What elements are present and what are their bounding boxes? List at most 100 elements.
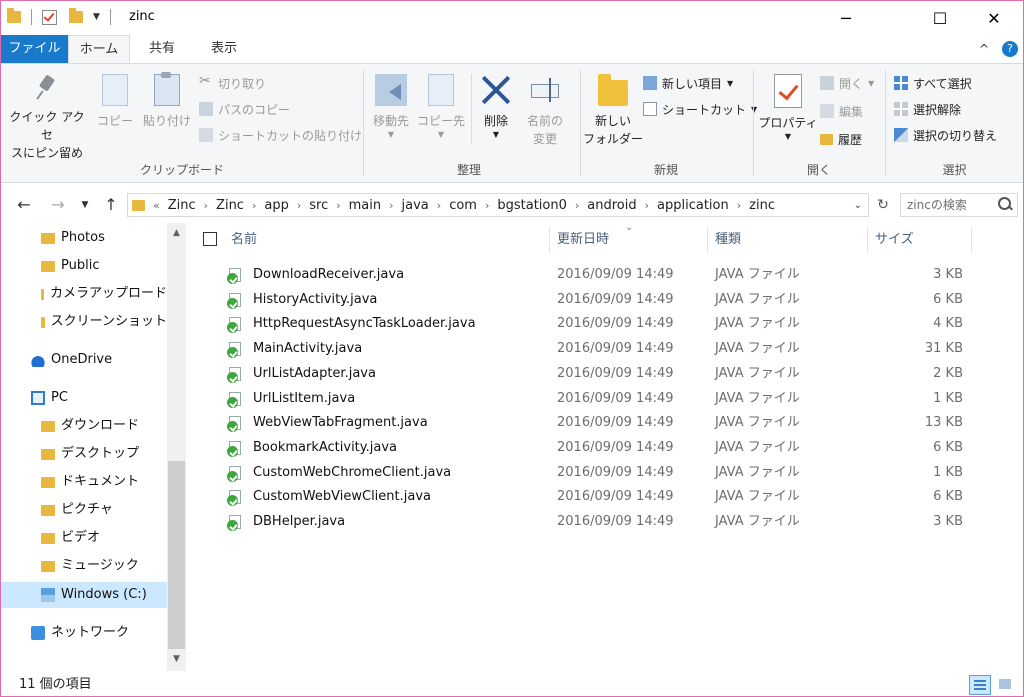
table-row[interactable]: UrlListItem.java 2016/09/09 14:49 JAVA ファイ… (227, 387, 967, 411)
divider[interactable] (707, 227, 708, 253)
breadcrumb-separator-icon[interactable]: › (645, 199, 649, 212)
recent-locations-button[interactable]: ▼ (75, 189, 95, 221)
sidebar-item[interactable]: drive-icon Windows (C:) (1, 582, 167, 608)
new-folder-button[interactable]: 新しい フォルダー (583, 70, 643, 148)
new-folder-icon[interactable] (69, 8, 83, 23)
select-all-button[interactable]: すべて選択 (894, 72, 972, 94)
paste-shortcut-button[interactable]: ショートカットの貼り付け (199, 124, 362, 146)
tab-view[interactable]: 表示 (197, 35, 251, 63)
properties-button[interactable]: プロパティ ▼ (758, 70, 818, 142)
sidebar-item[interactable]: folder-icon スクリーンショット (1, 309, 167, 335)
breadcrumb-item[interactable]: com (449, 198, 477, 213)
breadcrumb-item[interactable]: bgstation0 (497, 198, 567, 213)
table-row[interactable]: MainActivity.java 2016/09/09 14:49 JAVA ファ… (227, 337, 967, 361)
copy-button[interactable]: コピー (93, 70, 137, 130)
nav-scrollbar[interactable]: ▲ ▼ (167, 223, 186, 671)
move-to-button[interactable]: 移動先 ▼ (366, 70, 416, 140)
properties-icon[interactable] (42, 9, 57, 25)
column-header-type[interactable]: 種類 (715, 223, 865, 257)
paste-button[interactable]: 貼り付け (139, 70, 195, 130)
collapse-ribbon-button[interactable]: ^ (973, 35, 995, 63)
maximize-button[interactable]: ☐ (917, 1, 963, 35)
divider[interactable] (549, 227, 550, 253)
sidebar-item[interactable]: documents-icon ドキュメント (1, 469, 167, 495)
shortcut-button[interactable]: ショートカット ▼ (643, 98, 757, 120)
breadcrumb-item[interactable]: main (349, 198, 381, 213)
table-row[interactable]: WebViewTabFragment.java 2016/09/09 14:49 J… (227, 411, 967, 435)
scroll-up-arrow[interactable]: ▲ (167, 225, 186, 242)
scroll-thumb[interactable] (168, 461, 185, 649)
copy-path-button[interactable]: パスのコピー (199, 98, 290, 120)
delete-button[interactable]: 削除 ▼ (474, 70, 518, 140)
breadcrumb-item[interactable]: application (657, 198, 729, 213)
sidebar-item[interactable]: pictures-icon ピクチャ (1, 497, 167, 523)
tab-share[interactable]: 共有 (135, 35, 189, 63)
breadcrumb-item[interactable]: src (309, 198, 328, 213)
address-bar[interactable]: « Zinc › Zinc › app › src › main › java › com › bgstat… (127, 193, 869, 217)
pin-quick-access-button[interactable]: クイック アクセ スにピン留め (5, 70, 89, 162)
table-row[interactable]: HttpRequestAsyncTaskLoader.java 2016/09/0… (227, 312, 967, 336)
sidebar-item[interactable]: pc-icon PC (1, 385, 167, 411)
history-button[interactable]: 履歴 (820, 128, 862, 150)
breadcrumb-separator-icon[interactable]: › (297, 199, 301, 212)
breadcrumb-separator-icon[interactable]: › (437, 199, 441, 212)
breadcrumb-separator-icon[interactable]: › (485, 199, 489, 212)
table-row[interactable]: DBHelper.java 2016/09/09 14:49 JAVA ファイル 3 … (227, 510, 967, 534)
select-none-button[interactable]: 選択解除 (894, 98, 961, 120)
breadcrumb-separator-icon[interactable]: › (575, 199, 579, 212)
details-view-button[interactable] (969, 675, 991, 695)
sidebar-item[interactable]: desktop-icon デスクトップ (1, 441, 167, 467)
tab-file[interactable]: ファイル (1, 35, 68, 63)
breadcrumb-separator-icon[interactable]: › (252, 199, 256, 212)
large-icons-view-button[interactable] (995, 675, 1017, 695)
back-button[interactable]: ← (11, 189, 37, 221)
sidebar-item[interactable]: folder-icon Public (1, 253, 167, 279)
sidebar-item[interactable]: network-icon ネットワーク (1, 620, 167, 646)
sidebar-item[interactable]: folder-icon Photos (1, 225, 167, 251)
breadcrumb-item[interactable]: zinc (749, 198, 775, 213)
edit-button[interactable]: 編集 (820, 100, 863, 122)
breadcrumb-item[interactable]: app (264, 198, 288, 213)
table-row[interactable]: HistoryActivity.java 2016/09/09 14:49 JAVA… (227, 288, 967, 312)
search-icon[interactable] (998, 197, 1011, 210)
copy-to-button[interactable]: コピー先 ▼ (416, 70, 466, 140)
chevron-down-icon[interactable]: ▼ (93, 12, 100, 22)
invert-selection-button[interactable]: 選択の切り替え (894, 124, 997, 146)
search-input[interactable]: zincの検索 (900, 193, 1018, 217)
new-item-button[interactable]: 新しい項目 ▼ (643, 72, 733, 94)
refresh-button[interactable]: ↻ (871, 193, 895, 217)
table-row[interactable]: DownloadReceiver.java 2016/09/09 14:49 JAV… (227, 263, 967, 287)
table-row[interactable]: CustomWebChromeClient.java 2016/09/09 14:… (227, 461, 967, 485)
table-row[interactable]: UrlListAdapter.java 2016/09/09 14:49 JAVA … (227, 362, 967, 386)
chevron-down-icon[interactable]: ⌄ (854, 200, 862, 211)
up-button[interactable]: ↑ (99, 189, 123, 221)
rename-button[interactable]: 名前の 変更 (520, 70, 570, 148)
breadcrumb-separator-icon[interactable]: › (389, 199, 393, 212)
breadcrumb-separator-icon[interactable]: › (336, 199, 340, 212)
breadcrumb-item[interactable]: Zinc (216, 198, 244, 213)
open-button[interactable]: 開く ▼ (820, 72, 874, 94)
sidebar-item[interactable]: music-icon ミュージック (1, 553, 167, 579)
breadcrumb-separator-icon[interactable]: › (737, 199, 741, 212)
column-header-name[interactable]: 名前 (231, 223, 549, 257)
breadcrumb-separator-icon[interactable]: › (204, 199, 208, 212)
minimize-button[interactable]: ─ (823, 1, 869, 35)
breadcrumb-item[interactable]: java (402, 198, 429, 213)
breadcrumb-item[interactable]: Zinc (168, 198, 196, 213)
sidebar-item[interactable]: download-icon ダウンロード (1, 413, 167, 439)
forward-button[interactable]: → (45, 189, 71, 221)
sidebar-item[interactable]: video-icon ビデオ (1, 525, 167, 551)
breadcrumb-overflow[interactable]: « (153, 199, 160, 212)
table-row[interactable]: BookmarkActivity.java 2016/09/09 14:49 JAV… (227, 436, 967, 460)
cut-button[interactable]: 切り取り (199, 72, 266, 94)
select-all-checkbox[interactable] (203, 232, 217, 246)
column-header-date[interactable]: 更新日時 ⌄ (557, 222, 707, 257)
help-button[interactable]: ? (999, 35, 1021, 63)
sidebar-item[interactable]: cloud-icon OneDrive (1, 347, 167, 373)
scroll-down-arrow[interactable]: ▼ (167, 651, 186, 668)
table-row[interactable]: CustomWebViewClient.java 2016/09/09 14:49… (227, 485, 967, 509)
divider[interactable] (867, 227, 868, 253)
tab-home[interactable]: ホーム (68, 35, 130, 64)
divider[interactable] (971, 227, 972, 253)
sidebar-item[interactable]: folder-icon カメラアップロード (1, 281, 167, 307)
